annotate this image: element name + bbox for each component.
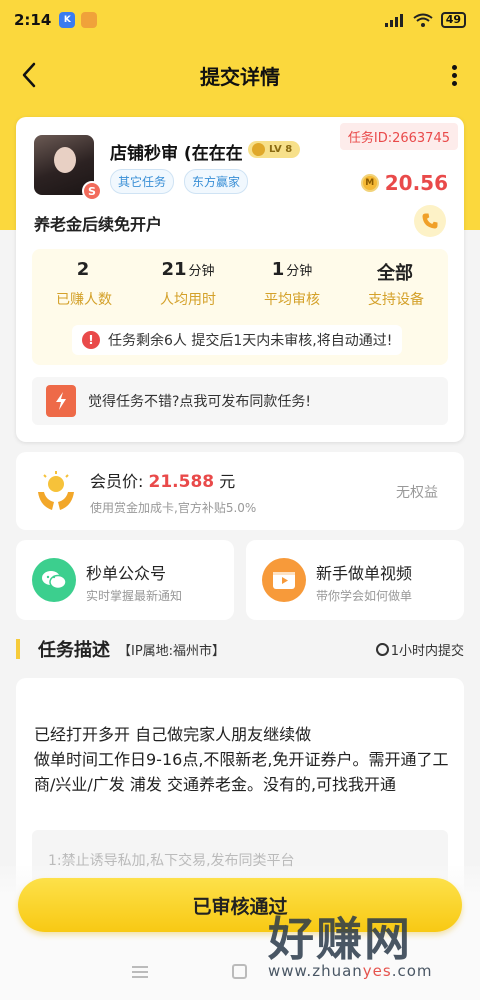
vip-unit: 元 <box>219 472 236 491</box>
stat-label: 平均审核 <box>264 292 320 308</box>
more-button[interactable] <box>442 60 466 90</box>
tag-category[interactable]: 其它任务 <box>110 169 175 194</box>
home-icon[interactable] <box>232 964 247 979</box>
wechat-icon <box>32 558 76 602</box>
stat-earned: 2 已赚人数 <box>32 259 136 309</box>
stat-avg-review: 1 分钟 平均审核 <box>240 259 344 309</box>
app-notify-icon <box>81 12 98 28</box>
task-id-badge: 任务ID:2663745 <box>339 123 458 150</box>
clock-icon <box>375 642 389 656</box>
stat-number: 21 <box>161 259 187 280</box>
description-line: 已经打开多开 自己做完家人朋友继续做 <box>34 725 312 744</box>
vip-label: 会员价: <box>90 472 144 491</box>
tag-platform[interactable]: 东方赢家 <box>184 169 249 194</box>
hands-coin-icon <box>38 471 74 510</box>
stat-avg-time: 21 分钟 人均用时 <box>136 259 240 309</box>
signal-icon <box>384 14 403 27</box>
level-text: LV 8 <box>269 144 293 155</box>
stat-unit: 分钟 <box>286 264 313 279</box>
url-suffix: .com <box>391 962 433 980</box>
level-badge: LV 8 <box>248 141 301 158</box>
menu-icon[interactable] <box>132 966 148 978</box>
status-right: 49 <box>384 12 466 28</box>
card-subtitle: 带你学会如何做单 <box>316 589 413 603</box>
url-accent: yes <box>362 962 392 980</box>
stat-value: 21 分钟 <box>136 259 240 285</box>
watermark-url: www.zhuanyes.com <box>268 962 468 980</box>
vip-price: 21.588 <box>148 472 215 492</box>
stat-value: 全部 <box>344 259 448 285</box>
call-button[interactable] <box>414 205 446 237</box>
alert-icon: ! <box>82 331 100 349</box>
watermark: 好赚网 www.zhuanyes.com <box>268 912 468 996</box>
stat-devices: 全部 支持设备 <box>344 259 448 309</box>
lightning-doc-icon <box>46 385 76 417</box>
shop-name[interactable]: 店铺秒审 (在在在 <box>110 139 243 164</box>
ip-location: 【IP属地:福州市】 <box>118 643 226 659</box>
vip-price-line: 会员价: 21.588 元 <box>90 468 235 492</box>
task-card: 任务ID:2663745 S 店铺秒审 (在在在 LV 8 其它任务 东方赢家 … <box>16 117 464 442</box>
status-bar: 2:14 K 49 <box>0 0 480 40</box>
stat-value: 2 <box>32 259 136 285</box>
video-icon <box>262 558 306 602</box>
nav-bar: 提交详情 <box>0 50 480 100</box>
stat-number: 全部 <box>377 263 413 284</box>
lightning-icon <box>56 392 66 410</box>
card-title: 秒单公众号 <box>86 564 167 583</box>
menu-line <box>132 976 148 978</box>
wifi-icon <box>413 13 433 27</box>
wechat-glyph <box>42 571 67 590</box>
official-account-card[interactable]: 秒单公众号 实时掌握最新通知 <box>16 540 234 620</box>
stat-number: 2 <box>76 259 90 280</box>
task-title: 养老金后续免开户 <box>34 215 163 234</box>
stat-label: 支持设备 <box>368 292 424 308</box>
submit-deadline: 1小时内提交 <box>375 640 464 659</box>
app-k-icon: K <box>59 12 76 28</box>
url-prefix: www.zhuan <box>268 962 363 980</box>
battery-icon: 49 <box>440 12 466 28</box>
menu-line <box>132 971 148 973</box>
video-glyph <box>273 572 295 589</box>
card-subtitle: 实时掌握最新通知 <box>86 589 183 603</box>
menu-line <box>132 966 148 968</box>
stats-panel: 2 已赚人数 21 分钟 人均用时 1 分钟 平均审核 全部 支持设备 ! 任务剩余… <box>32 249 448 365</box>
more-dot <box>451 80 457 86</box>
more-dots-icon <box>451 64 457 70</box>
stat-label: 已赚人数 <box>56 292 112 308</box>
vip-price-card[interactable]: 会员价: 21.588 元 使用赏金加成卡,官方补贴5.0% 无权益 <box>16 452 464 530</box>
deadline-text: 1小时内提交 <box>390 643 464 659</box>
page-title: 提交详情 <box>200 64 280 89</box>
coin-icon: M <box>360 174 379 192</box>
description-header: 任务描述 【IP属地:福州市】 1小时内提交 <box>16 636 464 662</box>
status-time: 2:14 <box>14 11 52 29</box>
stat-label: 人均用时 <box>160 292 216 308</box>
description-line: 做单时间工作日9-16点,不限新老,免开证券户。需开通了工商/兴业/广发 浦发 … <box>34 750 449 794</box>
reward: M 20.56 <box>360 171 448 195</box>
more-dot <box>451 72 457 78</box>
stat-unit: 分钟 <box>188 264 215 279</box>
bell-icon <box>252 143 265 156</box>
avatar-face <box>54 147 76 173</box>
stat-value: 1 分钟 <box>240 259 344 285</box>
section-accent-bar <box>16 639 20 659</box>
auto-approve-notice: ! 任务剩余6人 提交后1天内未审核,将自动通过! <box>72 325 403 355</box>
card-title: 新手做单视频 <box>316 564 413 583</box>
vip-subtitle: 使用赏金加成卡,官方补贴5.0% <box>90 501 257 515</box>
tutorial-video-card[interactable]: 新手做单视频 带你学会如何做单 <box>246 540 464 620</box>
notice-text: 任务剩余6人 提交后1天内未审核,将自动通过! <box>108 333 393 349</box>
vip-benefit-status: 无权益 <box>396 485 438 501</box>
watermark-text: 好赚网 <box>268 912 412 966</box>
description-text: 已经打开多开 自己做完家人朋友继续做 做单时间工作日9-16点,不限新老,免开证… <box>34 722 450 797</box>
phone-icon <box>422 213 438 229</box>
avatar-badge: S <box>82 181 102 201</box>
chevron-left-icon <box>22 62 36 88</box>
reward-amount: 20.56 <box>384 171 448 195</box>
stat-number: 1 <box>271 259 285 280</box>
publish-similar-task[interactable]: 觉得任务不错?点我可发布同款任务! <box>32 377 448 425</box>
back-button[interactable] <box>14 60 44 90</box>
section-title: 任务描述 <box>38 640 110 661</box>
publish-text: 觉得任务不错?点我可发布同款任务! <box>88 394 312 410</box>
